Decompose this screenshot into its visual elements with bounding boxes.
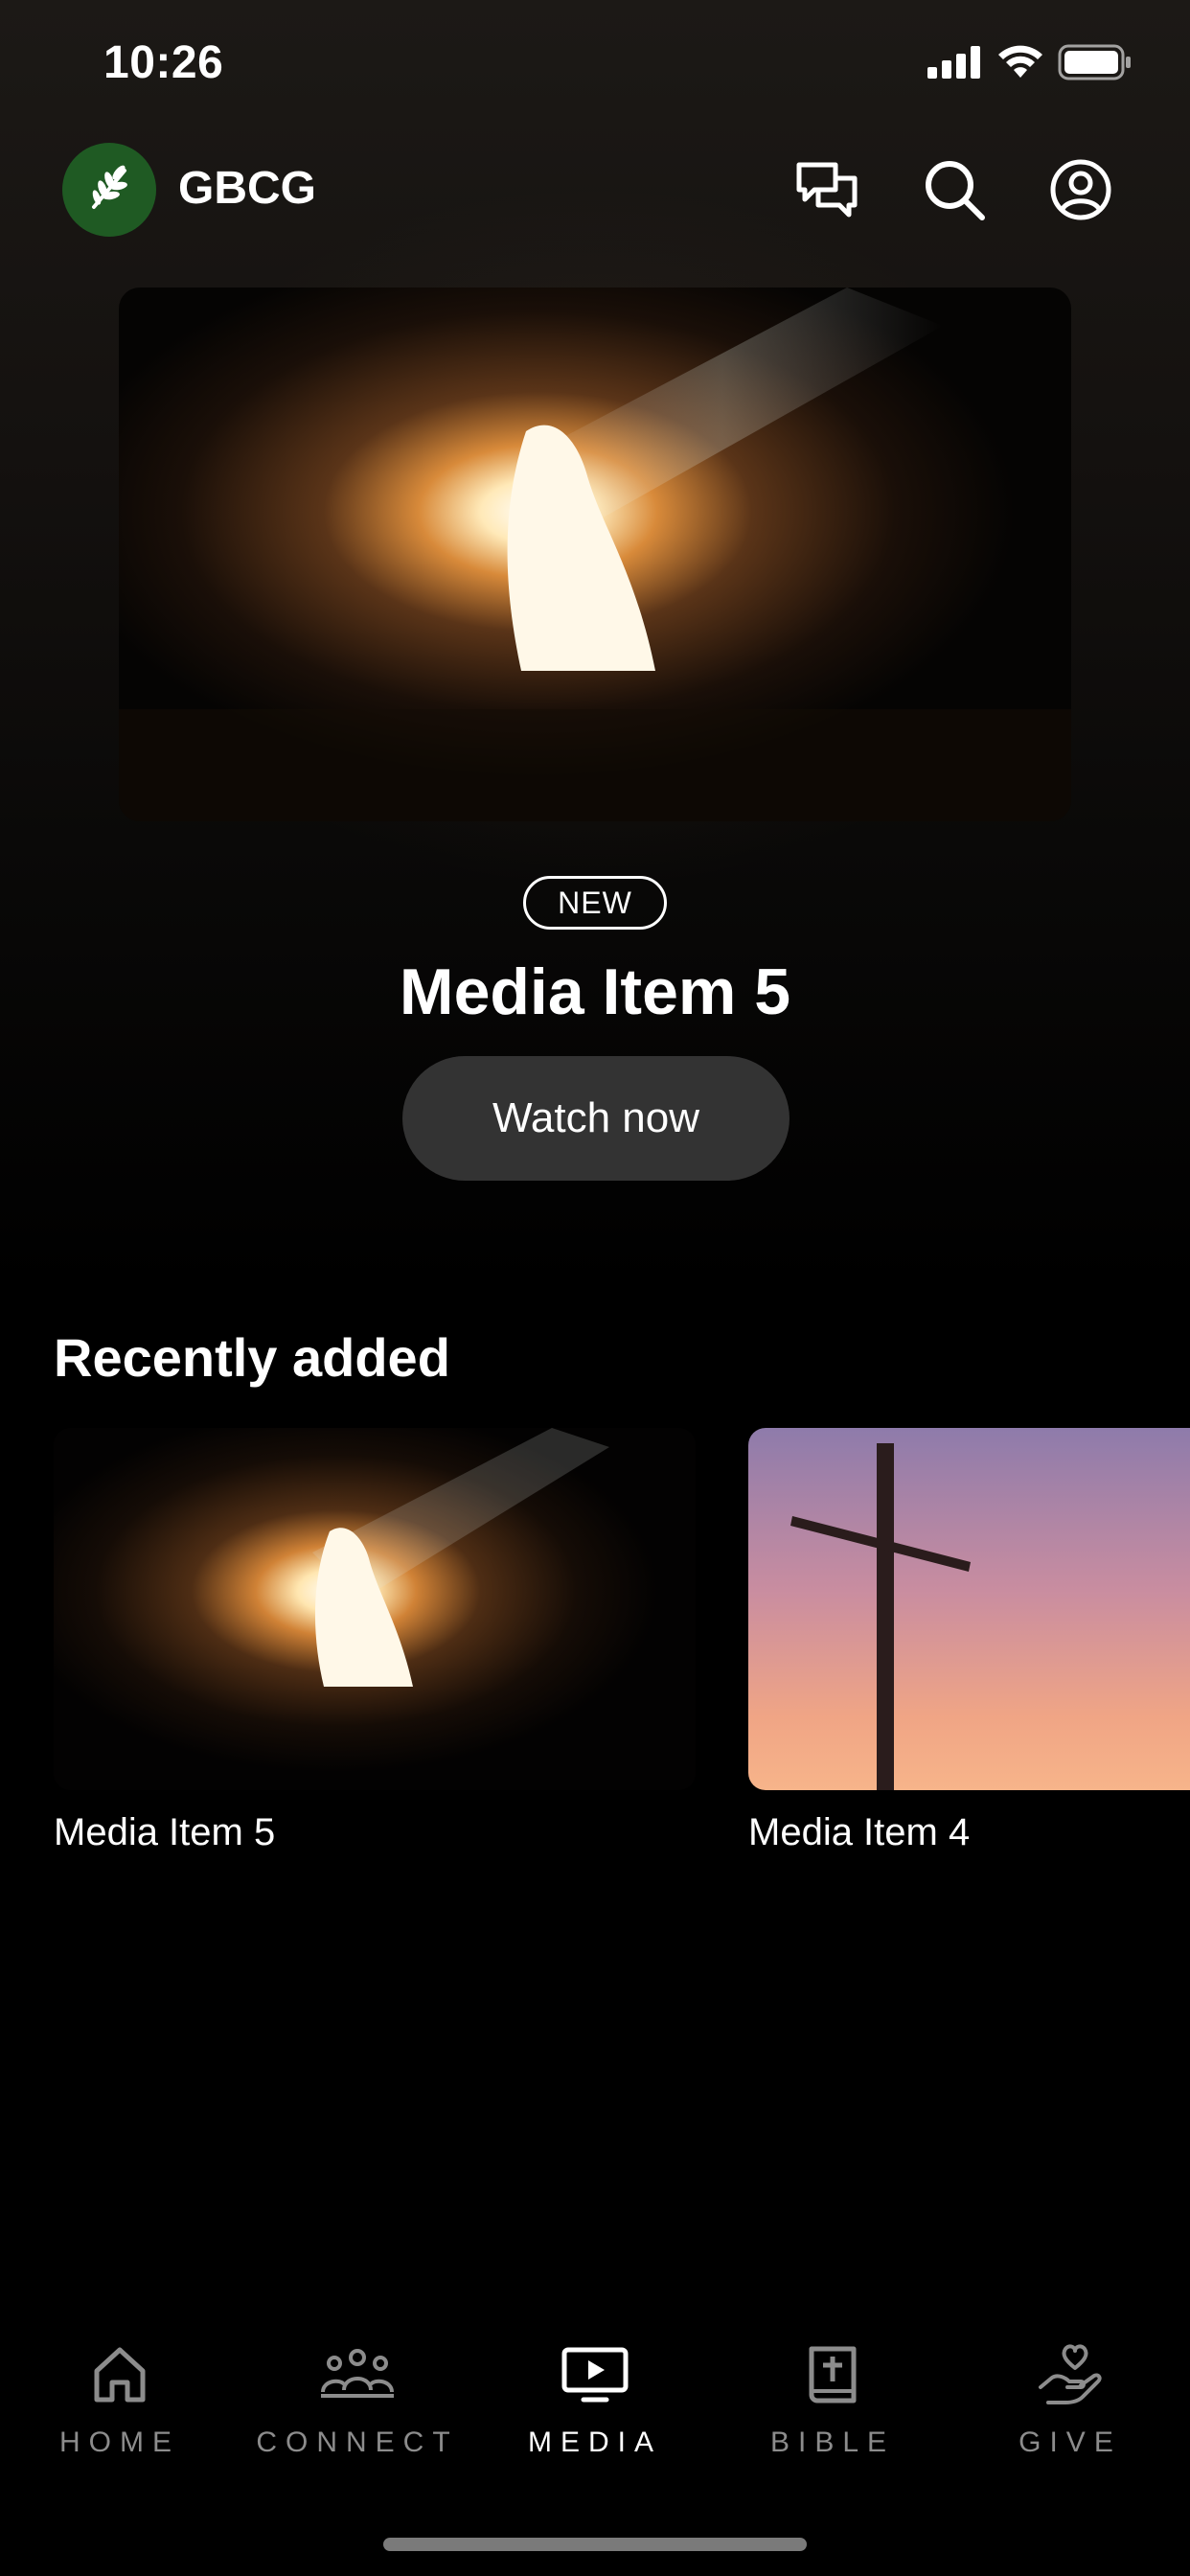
profile-button[interactable] [1038, 149, 1124, 235]
tab-label: GIVE [1018, 2426, 1122, 2458]
bottom-tab-bar: HOME CONNECT MEDIA BIBLE GIVE [0, 2338, 1190, 2482]
cellular-signal-icon [927, 46, 983, 83]
church-name: GBCG [178, 163, 316, 214]
media-card[interactable]: Media Item 5 [54, 1428, 696, 1854]
wheat-icon [80, 159, 138, 221]
hero-title: Media Item 5 [399, 955, 791, 1028]
heart-hand-icon [1037, 2338, 1104, 2411]
empty-tomb-light-image [54, 1428, 696, 1790]
media-title: Media Item 5 [54, 1811, 276, 1853]
hero-image[interactable] [119, 288, 1071, 821]
home-icon [91, 2338, 149, 2411]
tab-label: CONNECT [256, 2426, 459, 2458]
tab-bible[interactable]: BIBLE [718, 2338, 948, 2459]
chat-button[interactable] [784, 149, 870, 235]
people-icon [319, 2338, 396, 2411]
media-card[interactable]: Media Item 4 [748, 1428, 1190, 1854]
search-button[interactable] [911, 149, 997, 235]
status-icons [927, 44, 1133, 85]
media-title: Media Item 4 [748, 1811, 971, 1853]
cross-sunset-sky-image [748, 1428, 1190, 1790]
tab-media[interactable]: MEDIA [480, 2338, 710, 2459]
bible-icon [806, 2338, 859, 2411]
watch-now-button[interactable]: Watch now [402, 1056, 790, 1181]
empty-tomb-light-image [119, 288, 1071, 821]
tv-play-icon [561, 2338, 629, 2411]
tab-give[interactable]: GIVE [955, 2338, 1185, 2459]
media-thumbnail [748, 1428, 1190, 1790]
tab-label: HOME [59, 2426, 180, 2458]
tab-label: MEDIA [527, 2426, 662, 2458]
new-badge: NEW [523, 876, 667, 930]
tab-home[interactable]: HOME [5, 2338, 235, 2459]
chat-icon [795, 161, 858, 223]
tab-label: BIBLE [769, 2426, 896, 2458]
tab-connect[interactable]: CONNECT [242, 2338, 472, 2459]
app-header: GBCG [0, 139, 1190, 244]
profile-icon [1049, 158, 1112, 226]
recently-added-title: Recently added [54, 1327, 450, 1388]
home-indicator[interactable] [383, 2538, 807, 2551]
church-logo[interactable] [62, 143, 156, 237]
media-thumbnail [54, 1428, 696, 1790]
search-icon [923, 158, 986, 226]
wifi-icon [996, 45, 1044, 84]
battery-icon [1058, 44, 1133, 85]
status-time: 10:26 [103, 37, 224, 88]
status-bar: 10:26 [0, 0, 1190, 134]
